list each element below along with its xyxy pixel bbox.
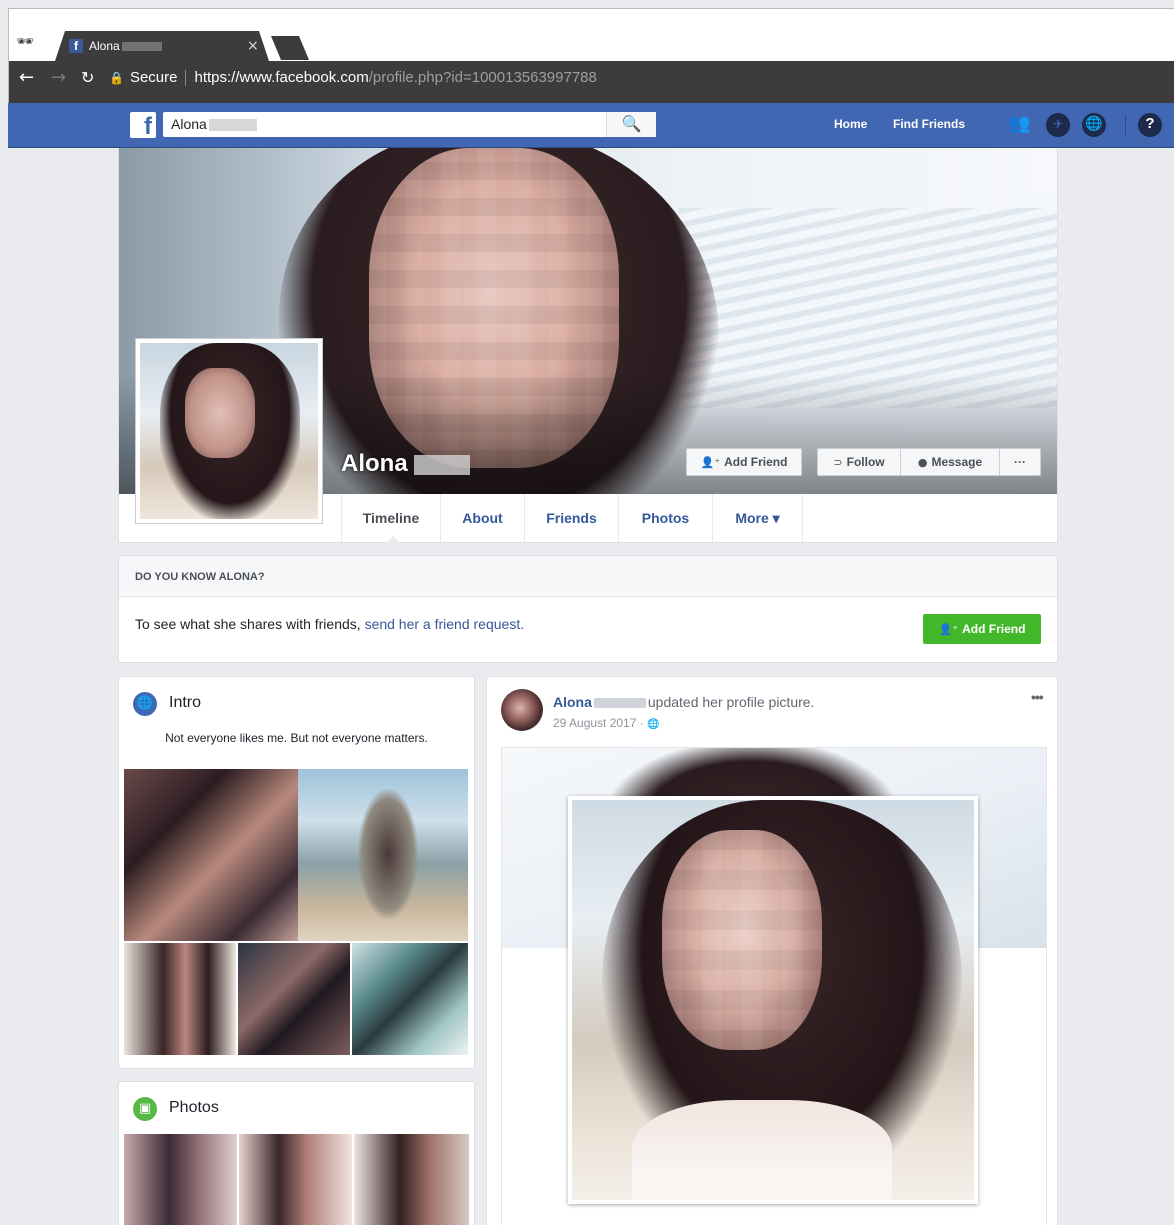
follow-button[interactable]: ⊃ Follow [817, 448, 901, 476]
do-you-know-text: To see what she shares with friends, sen… [135, 616, 525, 632]
lock-icon: 🔒 [109, 71, 124, 85]
notifications-globe-icon[interactable]: 🌐 [1082, 113, 1106, 137]
globe-icon: 🌐 [133, 692, 157, 716]
photo-icon: ▣ [133, 1097, 157, 1121]
more-options-button[interactable]: ··· [999, 448, 1041, 476]
help-icon[interactable]: ? [1138, 113, 1162, 137]
intro-card: 🌐 Intro Not everyone likes me. But not e… [118, 676, 475, 1069]
tab-strip: 🕶 f Alona × [9, 9, 1174, 61]
tab-friends[interactable]: Friends [525, 494, 619, 542]
intro-title: Intro [169, 694, 202, 711]
facebook-favicon-icon: f [69, 39, 83, 53]
search-input[interactable]: Alona [163, 112, 656, 137]
add-friend-icon: 👤⁺ [938, 623, 959, 636]
add-friend-icon: 👤⁺ [700, 456, 721, 469]
photo-thumb-2[interactable] [239, 1134, 352, 1225]
public-globe-icon: 🌐 [647, 719, 660, 730]
intro-bio: Not everyone likes me. But not everyone … [165, 731, 428, 745]
post-timestamp[interactable]: 29 August 2017 · 🌐 [553, 716, 660, 730]
nav-home[interactable]: Home [834, 117, 867, 131]
messenger-icon[interactable]: ✈ [1046, 113, 1070, 137]
add-friend-button[interactable]: 👤⁺ Add Friend [686, 448, 802, 476]
profile-picture[interactable] [135, 338, 323, 524]
profile-name[interactable]: Alona [341, 450, 470, 478]
incognito-icon: 🕶 [16, 34, 34, 50]
post-author-avatar[interactable] [501, 689, 543, 731]
messenger-icon: ● [917, 456, 928, 469]
tab-photos[interactable]: Photos [619, 494, 713, 542]
featured-photo-4[interactable] [238, 943, 350, 1055]
featured-photo-5[interactable] [352, 943, 468, 1055]
tab-timeline[interactable]: Timeline [341, 494, 441, 543]
facebook-logo[interactable]: f [130, 112, 156, 138]
reload-icon[interactable]: ↻ [81, 68, 94, 88]
new-tab-button[interactable] [271, 36, 309, 60]
tab-more[interactable]: More ▾ [713, 494, 803, 542]
friend-requests-icon[interactable]: 👥 [1008, 113, 1030, 135]
post-options-button[interactable]: ••• [1031, 689, 1044, 705]
featured-photo-2[interactable] [298, 769, 468, 941]
post-header: Alona updated her profile picture. [553, 694, 814, 710]
add-friend-green-button[interactable]: 👤⁺ Add Friend [923, 614, 1041, 644]
search-icon[interactable]: 🔍 [606, 112, 656, 137]
photo-thumb-1[interactable] [124, 1134, 237, 1225]
message-button[interactable]: ● Message [900, 448, 1000, 476]
post-author-name[interactable]: Alona [553, 694, 592, 710]
rss-icon: ⊃ [833, 456, 843, 469]
tab-about[interactable]: About [441, 494, 525, 542]
do-you-know-heading: DO YOU KNOW ALONA? [119, 556, 1057, 597]
url-host: https://www.facebook.com [194, 69, 369, 86]
do-you-know-card: DO YOU KNOW ALONA? To see what she share… [118, 555, 1058, 663]
post-image[interactable] [501, 747, 1047, 1225]
profile-header: Alona 👤⁺ Add Friend ⊃ Follow ● Message ··· … [118, 148, 1058, 543]
browser-toolbar: ← → ↻ 🔒 Secure https://www.facebook.com/pr… [9, 61, 1174, 95]
browser-window: 🕶 f Alona × ← → ↻ 🔒 Secure https://www.fac… [8, 8, 1174, 104]
back-icon[interactable]: ← [19, 68, 34, 88]
featured-photo-3[interactable] [124, 943, 236, 1055]
photos-title: Photos [169, 1099, 219, 1116]
close-tab-icon[interactable]: × [247, 38, 259, 54]
tab-title: Alona [89, 39, 162, 53]
url-path: /profile.php?id=100013563997788 [368, 69, 597, 86]
profile-picture-update [568, 796, 978, 1204]
photos-card: ▣ Photos [118, 1081, 475, 1225]
featured-photo-1[interactable] [124, 769, 298, 941]
post-action: updated her profile picture. [647, 694, 815, 710]
address-bar[interactable]: 🔒 Secure https://www.facebook.com/profile.… [109, 66, 1174, 90]
facebook-top-bar: f Alona 🔍 Home Find Friends 👥 ✈ 🌐 ? [8, 103, 1174, 148]
forward-icon[interactable]: → [51, 68, 66, 88]
browser-tab[interactable]: f Alona × [55, 31, 269, 61]
secure-label: Secure [129, 69, 178, 86]
post-card: Alona updated her profile picture. 29 Aug… [486, 676, 1058, 1225]
friend-request-link[interactable]: send her a friend request. [365, 616, 525, 632]
photo-thumb-3[interactable] [354, 1134, 469, 1225]
nav-find-friends[interactable]: Find Friends [893, 117, 965, 131]
